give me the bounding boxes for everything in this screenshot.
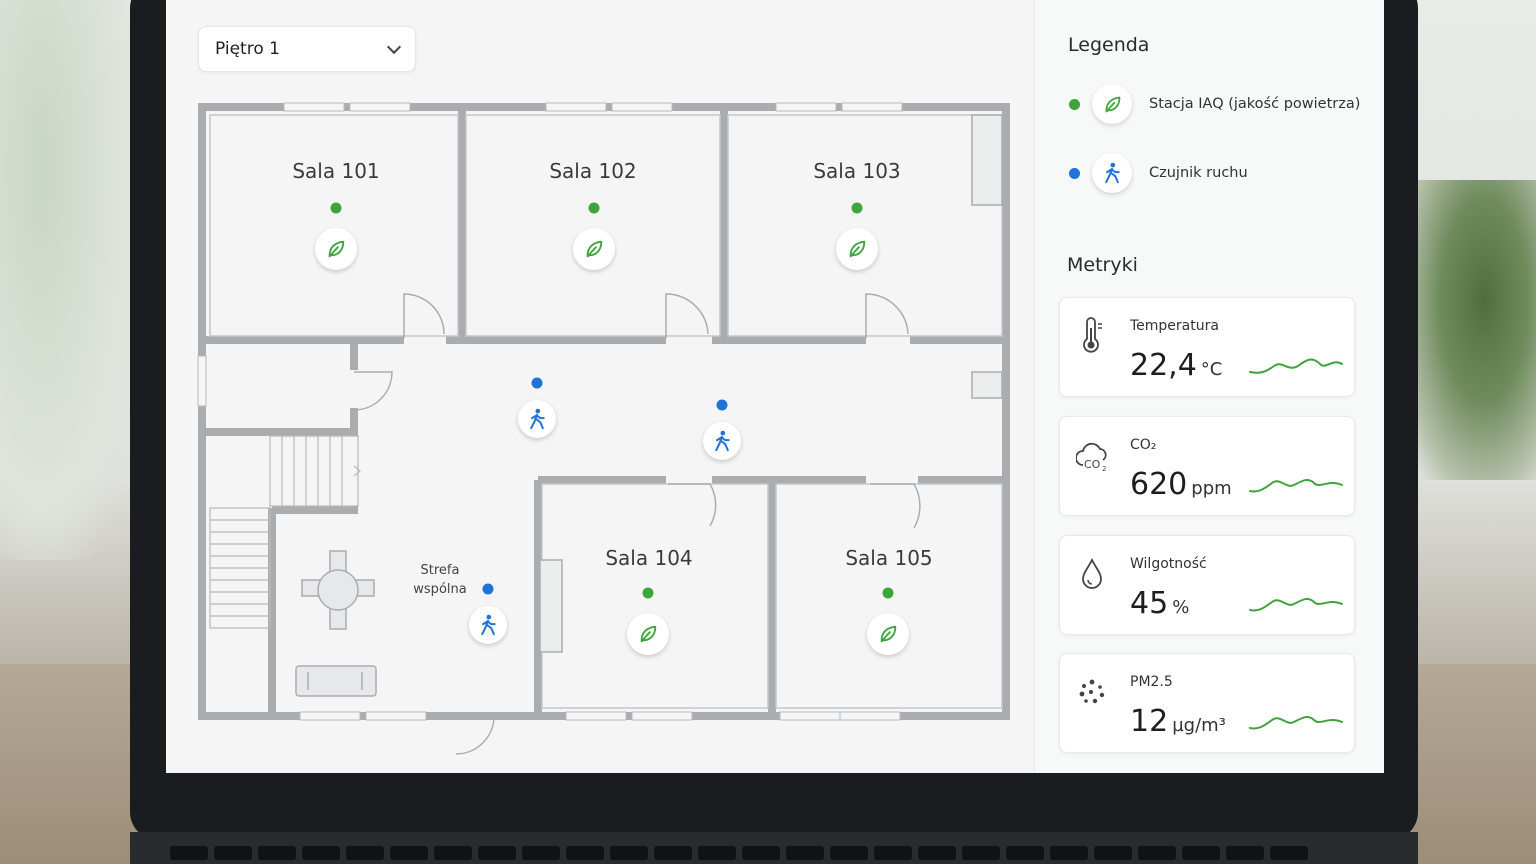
legend-title: Legenda xyxy=(1068,34,1150,56)
common-zone-line2: wspólna xyxy=(413,582,467,597)
iaq-station-marker[interactable] xyxy=(627,613,669,655)
walking-person-icon xyxy=(530,408,545,430)
chevron-down-icon xyxy=(386,39,402,54)
legend-item-iaq: Stacja IAQ (jakość powietrza) xyxy=(1069,84,1360,124)
walking-person-icon xyxy=(481,614,496,636)
leaf-icon xyxy=(849,240,866,258)
sparkline xyxy=(1249,478,1343,493)
sparkline xyxy=(1249,358,1343,374)
metric-unit: ppm xyxy=(1191,478,1232,499)
leaf-icon xyxy=(328,240,345,258)
common-zone-label: Strefa wspólna xyxy=(413,561,466,599)
background-plant-right xyxy=(1406,180,1536,480)
metric-card-temperature[interactable]: Temperatura 22,4 °C xyxy=(1059,297,1355,397)
motion-sensor-marker[interactable] xyxy=(518,400,556,438)
iaq-station-marker[interactable] xyxy=(836,228,878,270)
iaq-status-dot xyxy=(588,202,600,214)
metric-unit: % xyxy=(1172,597,1190,618)
metric-value-co2: 620 ppm xyxy=(1130,467,1232,502)
common-zone-line1: Strefa xyxy=(420,563,460,578)
metric-label: PM2.5 xyxy=(1130,674,1173,690)
iaq-status-dot xyxy=(882,587,894,599)
metric-number: 620 xyxy=(1130,467,1188,502)
iaq-station-marker[interactable] xyxy=(867,613,909,655)
svg-text:2: 2 xyxy=(1102,465,1106,473)
legend-green-dot xyxy=(1069,98,1080,110)
metric-label: Wilgotność xyxy=(1130,556,1207,572)
floor-plan-area: Piętro 1 Sala 101 Sala 102 Sala 103 Sala… xyxy=(166,0,1034,773)
legend-item-motion: Czujnik ruchu xyxy=(1069,153,1248,193)
motion-status-dot xyxy=(531,377,543,389)
room-label-102: Sala 102 xyxy=(549,159,637,183)
leaf-icon xyxy=(586,240,603,258)
metric-unit: °C xyxy=(1200,359,1223,380)
iaq-status-dot xyxy=(851,202,863,214)
metric-value-pm25: 12 µg/m³ xyxy=(1130,704,1226,739)
keyboard-keys xyxy=(170,846,1308,860)
sparkline xyxy=(1249,715,1343,730)
metrics-title: Metryki xyxy=(1067,254,1138,276)
iaq-status-dot xyxy=(330,202,342,214)
metric-number: 22,4 xyxy=(1130,348,1197,383)
metric-card-pm25[interactable]: PM2.5 12 µg/m³ xyxy=(1059,653,1355,753)
legend-item-label: Czujnik ruchu xyxy=(1149,165,1248,181)
iaq-status-dot xyxy=(642,587,654,599)
particles-icon xyxy=(1079,679,1105,704)
droplet-icon xyxy=(1082,557,1102,589)
room-label-104: Sala 104 xyxy=(605,546,693,570)
iaq-station-marker[interactable] xyxy=(315,228,357,270)
background-plant-left xyxy=(0,0,140,560)
sparkline xyxy=(1249,597,1343,612)
metric-label: CO₂ xyxy=(1130,437,1157,453)
motion-status-dot xyxy=(716,399,728,411)
walking-person-icon xyxy=(1092,153,1132,193)
metric-unit: µg/m³ xyxy=(1172,715,1226,736)
metric-card-co2[interactable]: CO 2 CO₂ 620 ppm xyxy=(1059,416,1355,516)
floor-select[interactable]: Piętro 1 xyxy=(198,26,416,72)
walking-person-icon xyxy=(715,430,730,452)
room-label-103: Sala 103 xyxy=(813,159,901,183)
floor-select-value: Piętro 1 xyxy=(215,39,280,59)
svg-text:CO: CO xyxy=(1084,458,1101,471)
thermometer-icon xyxy=(1083,317,1102,353)
legend-item-label: Stacja IAQ (jakość powietrza) xyxy=(1149,96,1361,112)
metric-card-humidity[interactable]: Wilgotność 45% xyxy=(1059,535,1355,635)
co2-cloud-icon: CO 2 xyxy=(1076,442,1107,473)
leaf-icon xyxy=(880,625,897,643)
motion-status-dot xyxy=(482,583,494,595)
metric-number: 12 xyxy=(1130,704,1169,739)
room-label-101: Sala 101 xyxy=(292,159,380,183)
motion-sensor-marker[interactable] xyxy=(469,606,507,644)
room-label-105: Sala 105 xyxy=(845,546,933,570)
iaq-station-marker[interactable] xyxy=(573,228,615,270)
motion-sensor-marker[interactable] xyxy=(703,422,741,460)
app-screen: Piętro 1 Sala 101 Sala 102 Sala 103 Sala… xyxy=(166,0,1384,773)
metric-label: Temperatura xyxy=(1130,318,1219,334)
metric-value-humidity: 45% xyxy=(1130,586,1189,621)
sidebar: Legenda Stacja IAQ (jakość powietrza) Cz… xyxy=(1034,0,1384,773)
leaf-icon xyxy=(1092,84,1132,124)
leaf-icon xyxy=(640,625,657,643)
metric-number: 45 xyxy=(1130,586,1169,621)
floor-plan xyxy=(197,102,1010,755)
metric-value-temperature: 22,4 °C xyxy=(1130,348,1222,383)
legend-blue-dot xyxy=(1069,167,1080,179)
